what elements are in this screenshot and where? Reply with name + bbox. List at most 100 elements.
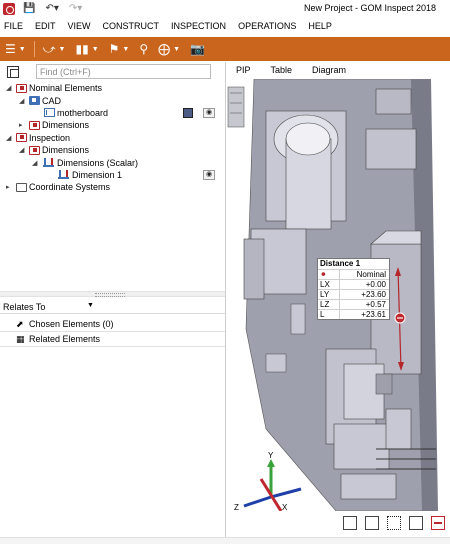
menu-help[interactable]: HELP [308, 21, 332, 31]
relates-to-label: Relates To [3, 301, 46, 312]
inspection-icon [16, 133, 27, 143]
folder-icon [16, 182, 27, 192]
menu-file[interactable]: FILE [4, 21, 23, 31]
select-region-icon[interactable] [387, 516, 401, 530]
redo-icon[interactable]: ↷▾ [69, 3, 82, 14]
status-strip [0, 537, 450, 544]
visibility-eye-icon[interactable]: ◉ [203, 107, 215, 118]
inspection-mode-icon[interactable] [431, 516, 445, 530]
tab-table[interactable]: Table [261, 62, 303, 79]
hamburger-menu-button[interactable]: ☰ ▼ [0, 37, 31, 61]
axis-label-z: Z [234, 503, 239, 511]
distance-row-lx: LX +0.00 [318, 279, 389, 289]
collapse-chevron-icon[interactable]: ▸ [19, 121, 27, 129]
cad-icon [29, 96, 40, 106]
crosshair-button[interactable]: ⨁ ▼ [153, 37, 185, 61]
tree-item-nominal-dimensions[interactable]: ▸ Dimensions [0, 119, 225, 131]
explorer-search-row [0, 63, 225, 80]
hamburger-menu-icon: ☰ [5, 42, 16, 56]
mesh-part-icon [44, 108, 55, 118]
view-panel: PIP Table Diagram Y Z X Distance 1 ⚫ Nom… [225, 62, 450, 544]
distance-label-title: Distance 1 [320, 259, 361, 268]
chevron-down-icon: ▼ [173, 45, 181, 53]
tree-item-cad[interactable]: ◢ CAD [0, 94, 225, 106]
chevron-down-icon[interactable]: ▼ [87, 302, 94, 309]
relates-to-header[interactable]: Relates To ▼ [0, 300, 225, 314]
menu-view[interactable]: VIEW [68, 21, 91, 31]
view-tabs: PIP Table Diagram [226, 62, 450, 79]
expand-chevron-icon[interactable]: ◢ [19, 97, 27, 105]
tab-diagram[interactable]: Diagram [302, 62, 356, 79]
tree-item-coordinate-systems[interactable]: ▸ Coordinate Systems [0, 181, 225, 193]
axis-label-x: X [282, 503, 288, 511]
chevron-down-icon: ▼ [122, 45, 130, 53]
cursor-arrow-icon: ⬈ [16, 318, 24, 329]
flag-button[interactable]: ⚑ ▼ [104, 37, 135, 61]
menu-operations[interactable]: OPERATIONS [238, 21, 296, 31]
view-tools-bar [226, 512, 450, 534]
menu-bar: FILE EDIT VIEW CONSTRUCT INSPECTION OPER… [0, 18, 450, 34]
expand-chevron-icon[interactable]: ◢ [6, 84, 14, 92]
tree-item-dimensions-scalar[interactable]: ◢ Dimensions (Scalar) [0, 156, 225, 168]
expand-chevron-icon[interactable]: ◢ [19, 146, 27, 154]
tree-item-label: Nominal Elements [29, 83, 103, 94]
tree-item-label: Inspection [29, 132, 71, 143]
distance-label-card[interactable]: Distance 1 ⚫ Nominal LX +0.00 LY +23.60 … [317, 258, 390, 320]
scalar-dimension-icon [43, 158, 54, 168]
expand-chevron-icon[interactable]: ◢ [32, 159, 40, 167]
explorer-panel: ◢ Nominal Elements ◢ CAD motherboard ◉ ▸… [0, 62, 225, 544]
axis-label-y: Y [268, 451, 274, 460]
menu-edit[interactable]: EDIT [35, 21, 56, 31]
tree-item-nominal-elements[interactable]: ◢ Nominal Elements [0, 82, 225, 94]
nominal-header: Nominal [356, 270, 386, 279]
distance-label-header-row: ⚫ Nominal [318, 269, 389, 279]
dimensions-folder-icon [29, 120, 40, 130]
toolbar-divider [33, 41, 35, 57]
relates-chosen-elements[interactable]: ⬈ Chosen Elements (0) [0, 317, 225, 332]
chart-button[interactable]: ▮▮ ▼ [70, 37, 103, 61]
transparency-icon[interactable] [365, 516, 379, 530]
split-view-icon[interactable] [409, 516, 423, 530]
tree-item-label: Dimension 1 [72, 169, 123, 180]
tree-item-label: CAD [42, 95, 62, 106]
deviation-icon: ⚫ [318, 270, 340, 279]
tree-item-label: Dimensions [42, 145, 90, 156]
flag-icon: ⚑ [108, 42, 120, 56]
panel-splitter[interactable] [0, 291, 225, 297]
chevron-down-icon: ▼ [18, 45, 26, 53]
save-icon[interactable]: 💾 [23, 3, 35, 14]
crosshair-icon: ⨁ [158, 42, 171, 56]
relates-related-elements[interactable]: ▦ Related Elements [0, 332, 225, 347]
menu-inspection[interactable]: INSPECTION [171, 21, 226, 31]
screen-layout-icon[interactable] [343, 516, 357, 530]
sequence-button[interactable]: ⤻ ▼ [38, 37, 71, 61]
visibility-eye-icon[interactable]: ◉ [203, 169, 215, 180]
relates-item-label: Chosen Elements (0) [29, 319, 114, 329]
tree-item-label: Coordinate Systems [29, 182, 111, 193]
app-logo-icon [3, 2, 15, 15]
coordinate-axes: Y Z X [234, 451, 302, 511]
title-bar: 💾 ↶▾ ↷▾ New Project - GOM Inspect 2018 [0, 0, 450, 17]
camera-button[interactable]: 📷 [185, 37, 210, 61]
tree-item-inspection[interactable]: ◢ Inspection [0, 132, 225, 144]
tree-item-dimension-1[interactable]: Dimension 1 ◉ [0, 169, 225, 181]
menu-construct[interactable]: CONSTRUCT [103, 21, 160, 31]
tree-item-motherboard[interactable]: motherboard ◉ [0, 107, 225, 119]
tree-item-inspection-dimensions[interactable]: ◢ Dimensions [0, 144, 225, 156]
nominal-elements-icon [16, 83, 27, 93]
tab-pip[interactable]: PIP [226, 62, 261, 79]
tree-item-label: motherboard [57, 107, 109, 118]
part-color-swatch[interactable] [183, 107, 193, 118]
distance-row-ly: LY +23.60 [318, 289, 389, 299]
relates-item-label: Related Elements [29, 334, 101, 344]
search-button[interactable]: ⚲ [134, 37, 153, 61]
undo-icon[interactable]: ↶▾ [45, 3, 58, 14]
chevron-down-icon: ▼ [58, 45, 66, 53]
tree-item-label: Dimensions [42, 120, 90, 131]
expand-chevron-icon[interactable]: ◢ [6, 134, 14, 142]
select-elements-icon[interactable] [7, 65, 19, 78]
main-toolbar: ☰ ▼ ⤻ ▼ ▮▮ ▼ ⚑ ▼ ⚲ ⨁ ▼ 📷 [0, 37, 450, 61]
chevron-down-icon: ▼ [91, 45, 99, 53]
search-input[interactable] [36, 64, 211, 79]
collapse-chevron-icon[interactable]: ▸ [6, 183, 14, 191]
